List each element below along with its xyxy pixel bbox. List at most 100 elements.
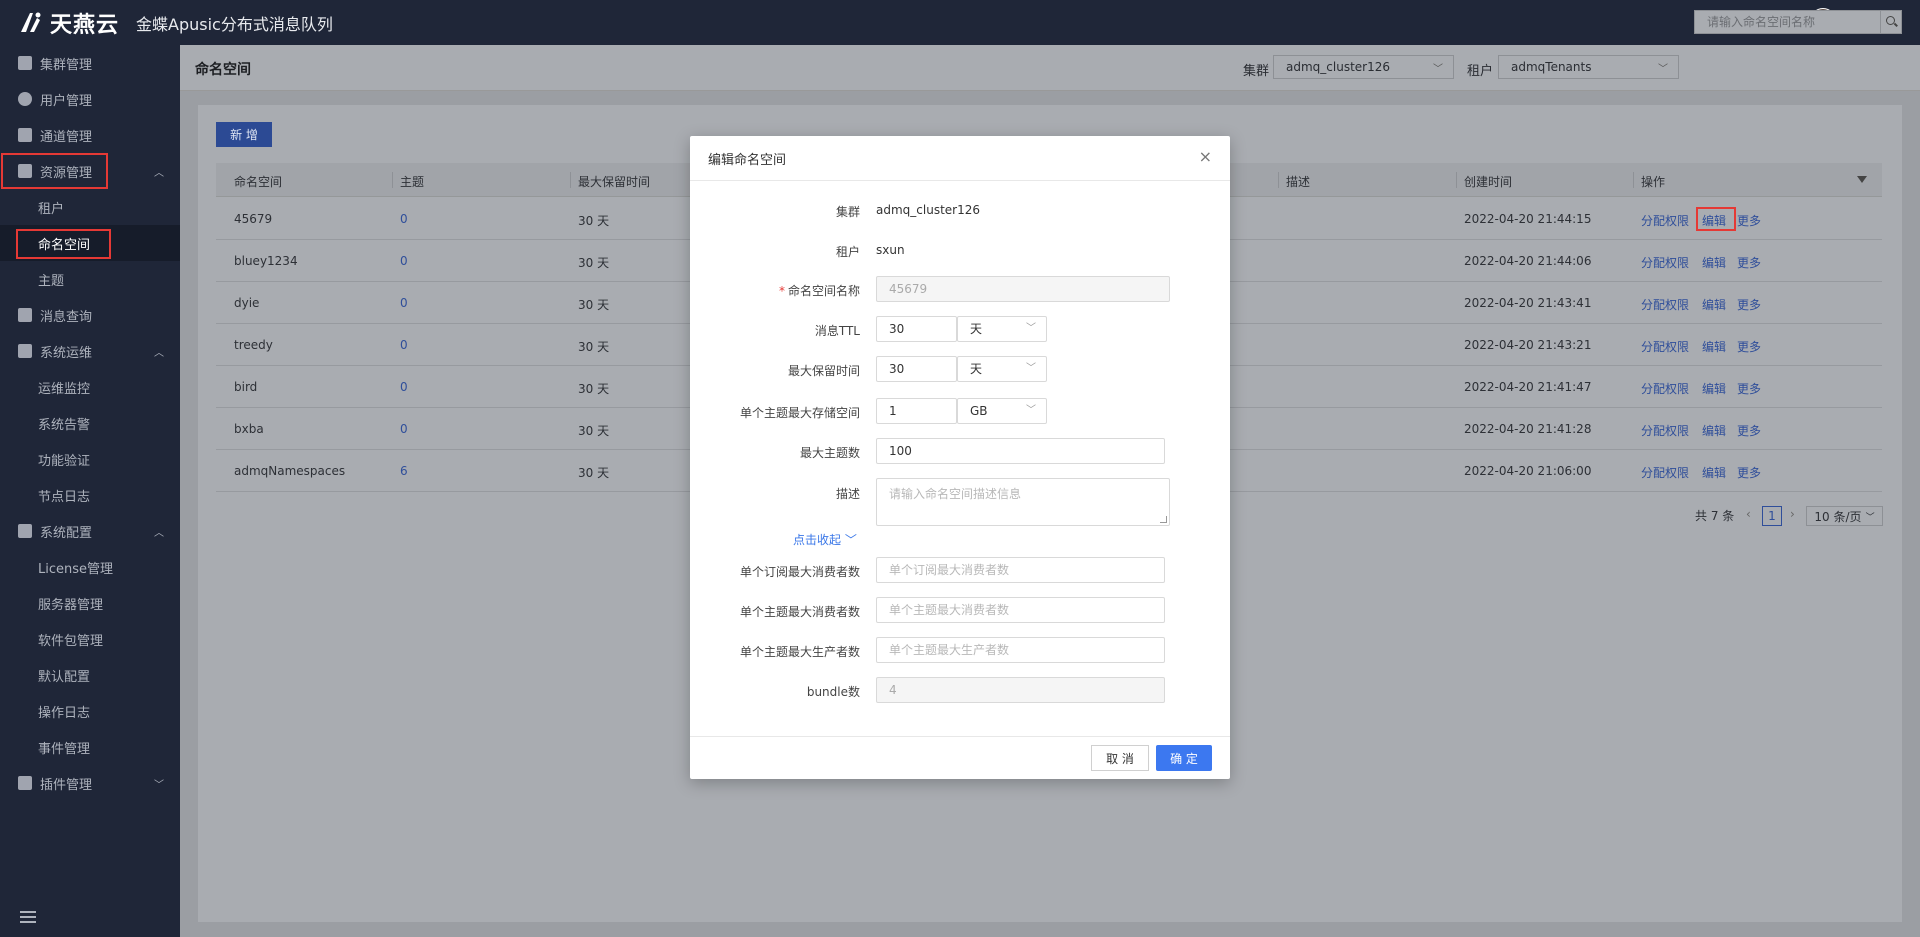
chevron-down-icon: ﹀	[154, 779, 164, 791]
dialog-title: 编辑命名空间	[708, 153, 787, 168]
description-textarea[interactable]: 请输入命名空间描述信息	[876, 478, 1170, 526]
sidebar-item-channel[interactable]: 通道管理	[0, 117, 180, 153]
cluster-select[interactable]: admq_cluster126 ﹀	[1273, 55, 1454, 79]
prev-page-icon[interactable]: ‹	[1746, 507, 1751, 521]
sidebar-item-node-logs[interactable]: 节点日志	[0, 477, 180, 513]
topic-consumers-input[interactable]: 单个主题最大消费者数	[876, 597, 1165, 623]
ttl-unit-select[interactable]: 天 ﹀	[957, 316, 1047, 342]
cluster-value: admq_cluster126	[876, 203, 980, 217]
sidebar-item-verification[interactable]: 功能验证	[0, 441, 180, 477]
topic-count-link[interactable]: 0	[400, 254, 408, 268]
more-link[interactable]: 更多	[1737, 464, 1761, 481]
monitor-icon	[18, 344, 32, 358]
assign-permission-link[interactable]: 分配权限	[1641, 464, 1689, 481]
more-link[interactable]: 更多	[1737, 422, 1761, 439]
collapse-toggle[interactable]: 点击收起 ﹀	[793, 531, 857, 548]
topic-count-link[interactable]: 0	[400, 212, 408, 226]
storage-input[interactable]: 1	[876, 398, 957, 424]
chevron-down-icon: ﹀	[1026, 323, 1036, 334]
sidebar-item-license[interactable]: License管理	[0, 549, 180, 585]
more-link[interactable]: 更多	[1737, 380, 1761, 397]
topic-count-link[interactable]: 6	[400, 464, 408, 478]
sidebar-item-system-config[interactable]: 系统配置 ︿	[0, 513, 180, 549]
namespace-name: dyie	[234, 296, 260, 310]
sidebar-item-alerts[interactable]: 系统告警	[0, 405, 180, 441]
add-button[interactable]: 新 增	[216, 122, 272, 147]
topic-count-link[interactable]: 0	[400, 422, 408, 436]
bundle-input[interactable]: 4	[876, 677, 1165, 703]
column-header: 操作	[1641, 175, 1666, 189]
more-link[interactable]: 更多	[1737, 338, 1761, 355]
max-topics-input[interactable]: 100	[876, 438, 1165, 464]
sidebar-item-ops[interactable]: 系统运维 ︿	[0, 333, 180, 369]
column-divider	[1278, 172, 1279, 188]
more-link[interactable]: 更多	[1737, 254, 1761, 271]
created-time: 2022-04-20 21:41:28	[1464, 422, 1592, 436]
max-topics-label: 最大主题数	[799, 446, 860, 460]
topic-count-link[interactable]: 0	[400, 296, 408, 310]
collapse-menu-icon[interactable]	[20, 911, 36, 923]
tenant-label: 租户	[835, 245, 860, 259]
more-link[interactable]: 更多	[1737, 212, 1761, 229]
sidebar-item-events[interactable]: 事件管理	[0, 729, 180, 765]
topic-count-link[interactable]: 0	[400, 380, 408, 394]
ttl-label: 消息TTL	[814, 324, 860, 338]
topic-consumers-label: 单个主题最大消费者数	[739, 605, 860, 619]
storage-unit-select[interactable]: GB ﹀	[957, 398, 1047, 424]
assign-permission-link[interactable]: 分配权限	[1641, 254, 1689, 271]
assign-permission-link[interactable]: 分配权限	[1641, 212, 1689, 229]
edit-namespace-dialog: 编辑命名空间 × 集群 admq_cluster126 租户 sxun * 命名空…	[690, 136, 1230, 779]
cancel-button[interactable]: 取 消	[1091, 745, 1149, 771]
sidebar-item-users[interactable]: 用户管理	[0, 81, 180, 117]
tenant-select[interactable]: admqTenants ﹀	[1498, 55, 1679, 79]
sidebar-item-message-query[interactable]: 消息查询	[0, 297, 180, 333]
search-input[interactable]: 请输入命名空间名称	[1694, 10, 1882, 34]
close-icon[interactable]: ×	[1199, 149, 1212, 165]
edit-link[interactable]: 编辑	[1702, 254, 1726, 271]
column-divider	[392, 172, 393, 188]
topic-count-link[interactable]: 0	[400, 338, 408, 352]
sidebar-item-cluster[interactable]: 集群管理	[0, 45, 180, 81]
sidebar-item-operation-logs[interactable]: 操作日志	[0, 693, 180, 729]
created-time: 2022-04-20 21:44:15	[1464, 212, 1592, 226]
sub-consumers-input[interactable]: 单个订阅最大消费者数	[876, 557, 1165, 583]
chevron-down-icon: ﹀	[1658, 64, 1668, 75]
search-icon[interactable]	[1880, 10, 1902, 34]
edit-link[interactable]: 编辑	[1702, 296, 1726, 313]
filter-icon[interactable]	[1857, 176, 1867, 183]
confirm-button[interactable]: 确 定	[1156, 745, 1212, 771]
page-size-select[interactable]: 10 条/页 ﹀	[1806, 506, 1883, 526]
ttl-input[interactable]: 30	[876, 316, 957, 342]
assign-permission-link[interactable]: 分配权限	[1641, 296, 1689, 313]
retention-input[interactable]: 30	[876, 356, 957, 382]
retention-cell: 30 天	[578, 256, 610, 270]
document-icon	[18, 308, 32, 322]
sidebar-item-plugins[interactable]: 插件管理 ﹀	[0, 765, 180, 801]
retention-unit-select[interactable]: 天 ﹀	[957, 356, 1047, 382]
bundle-label: bundle数	[806, 685, 860, 699]
sidebar-item-packages[interactable]: 软件包管理	[0, 621, 180, 657]
topic-producers-input[interactable]: 单个主题最大生产者数	[876, 637, 1165, 663]
sidebar-item-monitoring[interactable]: 运维监控	[0, 369, 180, 405]
edit-link[interactable]: 编辑	[1702, 422, 1726, 439]
column-header: 最大保留时间	[578, 175, 651, 189]
edit-link[interactable]: 编辑	[1702, 464, 1726, 481]
page-number-button[interactable]: 1	[1762, 506, 1782, 526]
more-link[interactable]: 更多	[1737, 296, 1761, 313]
page-header: 命名空间 集群 admq_cluster126 ﹀ 租户 admqTenants ﹀	[180, 45, 1920, 91]
namespace-name-input[interactable]: 45679	[876, 276, 1170, 302]
sidebar-item-tenants[interactable]: 租户	[0, 189, 180, 225]
assign-permission-link[interactable]: 分配权限	[1641, 338, 1689, 355]
sidebar-item-servers[interactable]: 服务器管理	[0, 585, 180, 621]
sidebar-item-defaults[interactable]: 默认配置	[0, 657, 180, 693]
sidebar-item-topics[interactable]: 主题	[0, 261, 180, 297]
assign-permission-link[interactable]: 分配权限	[1641, 380, 1689, 397]
next-page-icon[interactable]: ›	[1790, 507, 1795, 521]
edit-link[interactable]: 编辑	[1702, 338, 1726, 355]
column-divider	[1633, 172, 1634, 188]
assign-permission-link[interactable]: 分配权限	[1641, 422, 1689, 439]
user-icon	[18, 92, 32, 106]
logo[interactable]: 天燕云	[0, 7, 134, 39]
edit-link[interactable]: 编辑	[1702, 380, 1726, 397]
column-header: 描述	[1286, 175, 1311, 189]
